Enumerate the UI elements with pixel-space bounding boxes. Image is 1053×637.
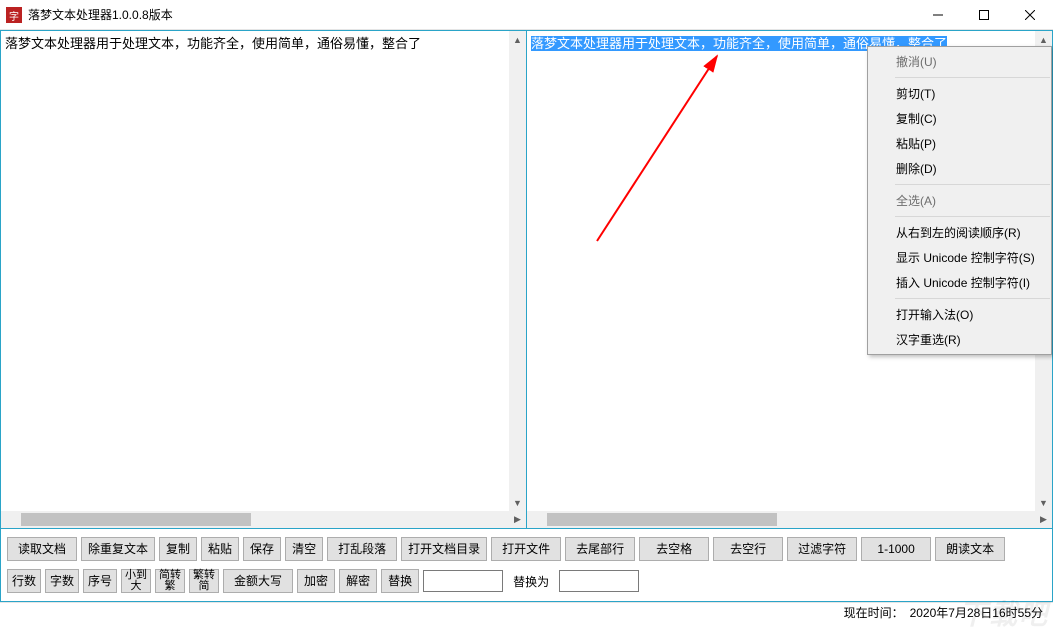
menu-paste[interactable]: 粘贴(P) [868,131,1051,156]
status-time: 2020年7月28日16时55分 [910,604,1043,621]
menu-separator [895,298,1050,299]
lines-button[interactable]: 行数 [7,569,41,593]
trim-space-button[interactable]: 去空格 [639,537,709,561]
status-label: 现在时间： [844,604,904,621]
menu-separator [895,77,1050,78]
read-aloud-button[interactable]: 朗读文本 [935,537,1005,561]
menu-delete[interactable]: 删除(D) [868,156,1051,181]
trim-blank-button[interactable]: 去空行 [713,537,783,561]
content-area: 落梦文本处理器用于处理文本，功能齐全，使用简单，通俗易懂，整合了 ▲ ▼ ◀ ▶… [0,30,1053,602]
title-bar: 落梦文本处理器1.0.0.8版本 [0,0,1053,30]
trim-tail-button[interactable]: 去尾部行 [565,537,635,561]
toolbars: 读取文档 除重复文本 复制 粘贴 保存 清空 打乱段落 打开文档目录 打开文件 … [1,529,1052,601]
menu-insert-unicode[interactable]: 插入 Unicode 控制字符(I) [868,270,1051,295]
seq-button[interactable]: 序号 [83,569,117,593]
scroll-down-icon[interactable]: ▼ [1035,494,1052,511]
close-button[interactable] [1007,0,1053,30]
app-icon [6,7,22,23]
left-pane: 落梦文本处理器用于处理文本，功能齐全，使用简单，通俗易懂，整合了 ▲ ▼ ◀ ▶ [1,31,527,528]
scroll-left-icon[interactable]: ◀ [527,511,544,528]
toolbar-row-1: 读取文档 除重复文本 复制 粘贴 保存 清空 打乱段落 打开文档目录 打开文件 … [7,537,1046,561]
read-doc-button[interactable]: 读取文档 [7,537,77,561]
menu-undo[interactable]: 撤消(U) [868,49,1051,74]
decrypt-button[interactable]: 解密 [339,569,377,593]
menu-select-all[interactable]: 全选(A) [868,188,1051,213]
scroll-down-icon[interactable]: ▼ [509,494,526,511]
scroll-thumb[interactable] [21,513,251,526]
menu-separator [895,184,1050,185]
menu-show-unicode[interactable]: 显示 Unicode 控制字符(S) [868,245,1051,270]
filter-chars-button[interactable]: 过滤字符 [787,537,857,561]
scroll-right-icon[interactable]: ▶ [509,511,526,528]
replace-from-input[interactable] [423,570,503,592]
paste-button[interactable]: 粘贴 [201,537,239,561]
window-controls [915,0,1053,30]
one-thousand-button[interactable]: 1-1000 [861,537,931,561]
menu-separator [895,216,1050,217]
scroll-left-icon[interactable]: ◀ [1,511,18,528]
minimize-button[interactable] [915,0,961,30]
menu-reselect[interactable]: 汉字重选(R) [868,327,1051,352]
scroll-thumb[interactable] [547,513,777,526]
menu-rtl[interactable]: 从右到左的阅读顺序(R) [868,220,1051,245]
copy-button[interactable]: 复制 [159,537,197,561]
window-title: 落梦文本处理器1.0.0.8版本 [28,6,173,23]
menu-ime[interactable]: 打开输入法(O) [868,302,1051,327]
left-textbox[interactable]: 落梦文本处理器用于处理文本，功能齐全，使用简单，通俗易懂，整合了 [1,31,526,511]
right-horizontal-scrollbar[interactable]: ◀ ▶ [527,511,1052,528]
simp-to-trad-button[interactable]: 简转 繁 [155,569,185,593]
menu-copy[interactable]: 复制(C) [868,106,1051,131]
status-bar: 现在时间： 2020年7月28日16时55分 [0,602,1053,622]
left-horizontal-scrollbar[interactable]: ◀ ▶ [1,511,526,528]
clear-button[interactable]: 清空 [285,537,323,561]
text-panes: 落梦文本处理器用于处理文本，功能齐全，使用简单，通俗易懂，整合了 ▲ ▼ ◀ ▶… [1,31,1052,529]
chars-button[interactable]: 字数 [45,569,79,593]
context-menu: 撤消(U) 剪切(T) 复制(C) 粘贴(P) 删除(D) 全选(A) 从右到左… [867,46,1052,355]
maximize-button[interactable] [961,0,1007,30]
replace-with-label: 替换为 [507,573,555,590]
uppercase-button[interactable]: 金额大写 [223,569,293,593]
replace-button[interactable]: 替换 [381,569,419,593]
open-file-button[interactable]: 打开文件 [491,537,561,561]
trad-to-simp-button[interactable]: 繁转 简 [189,569,219,593]
menu-cut[interactable]: 剪切(T) [868,81,1051,106]
sort-button[interactable]: 小到 大 [121,569,151,593]
open-dir-button[interactable]: 打开文档目录 [401,537,487,561]
encrypt-button[interactable]: 加密 [297,569,335,593]
scroll-right-icon[interactable]: ▶ [1035,511,1052,528]
dedup-button[interactable]: 除重复文本 [81,537,155,561]
title-bar-left: 落梦文本处理器1.0.0.8版本 [0,6,173,23]
right-pane: 落梦文本处理器用于处理文本，功能齐全，使用简单，通俗易懂，整合了 ▲ ▼ ◀ ▶ [527,31,1052,528]
replace-to-input[interactable] [559,570,639,592]
toolbar-row-2: 行数 字数 序号 小到 大 简转 繁 繁转 简 金额大写 加密 解密 替换 替换… [7,569,1046,593]
left-vertical-scrollbar[interactable]: ▲ ▼ [509,31,526,511]
shuffle-button[interactable]: 打乱段落 [327,537,397,561]
save-button[interactable]: 保存 [243,537,281,561]
scroll-up-icon[interactable]: ▲ [509,31,526,48]
